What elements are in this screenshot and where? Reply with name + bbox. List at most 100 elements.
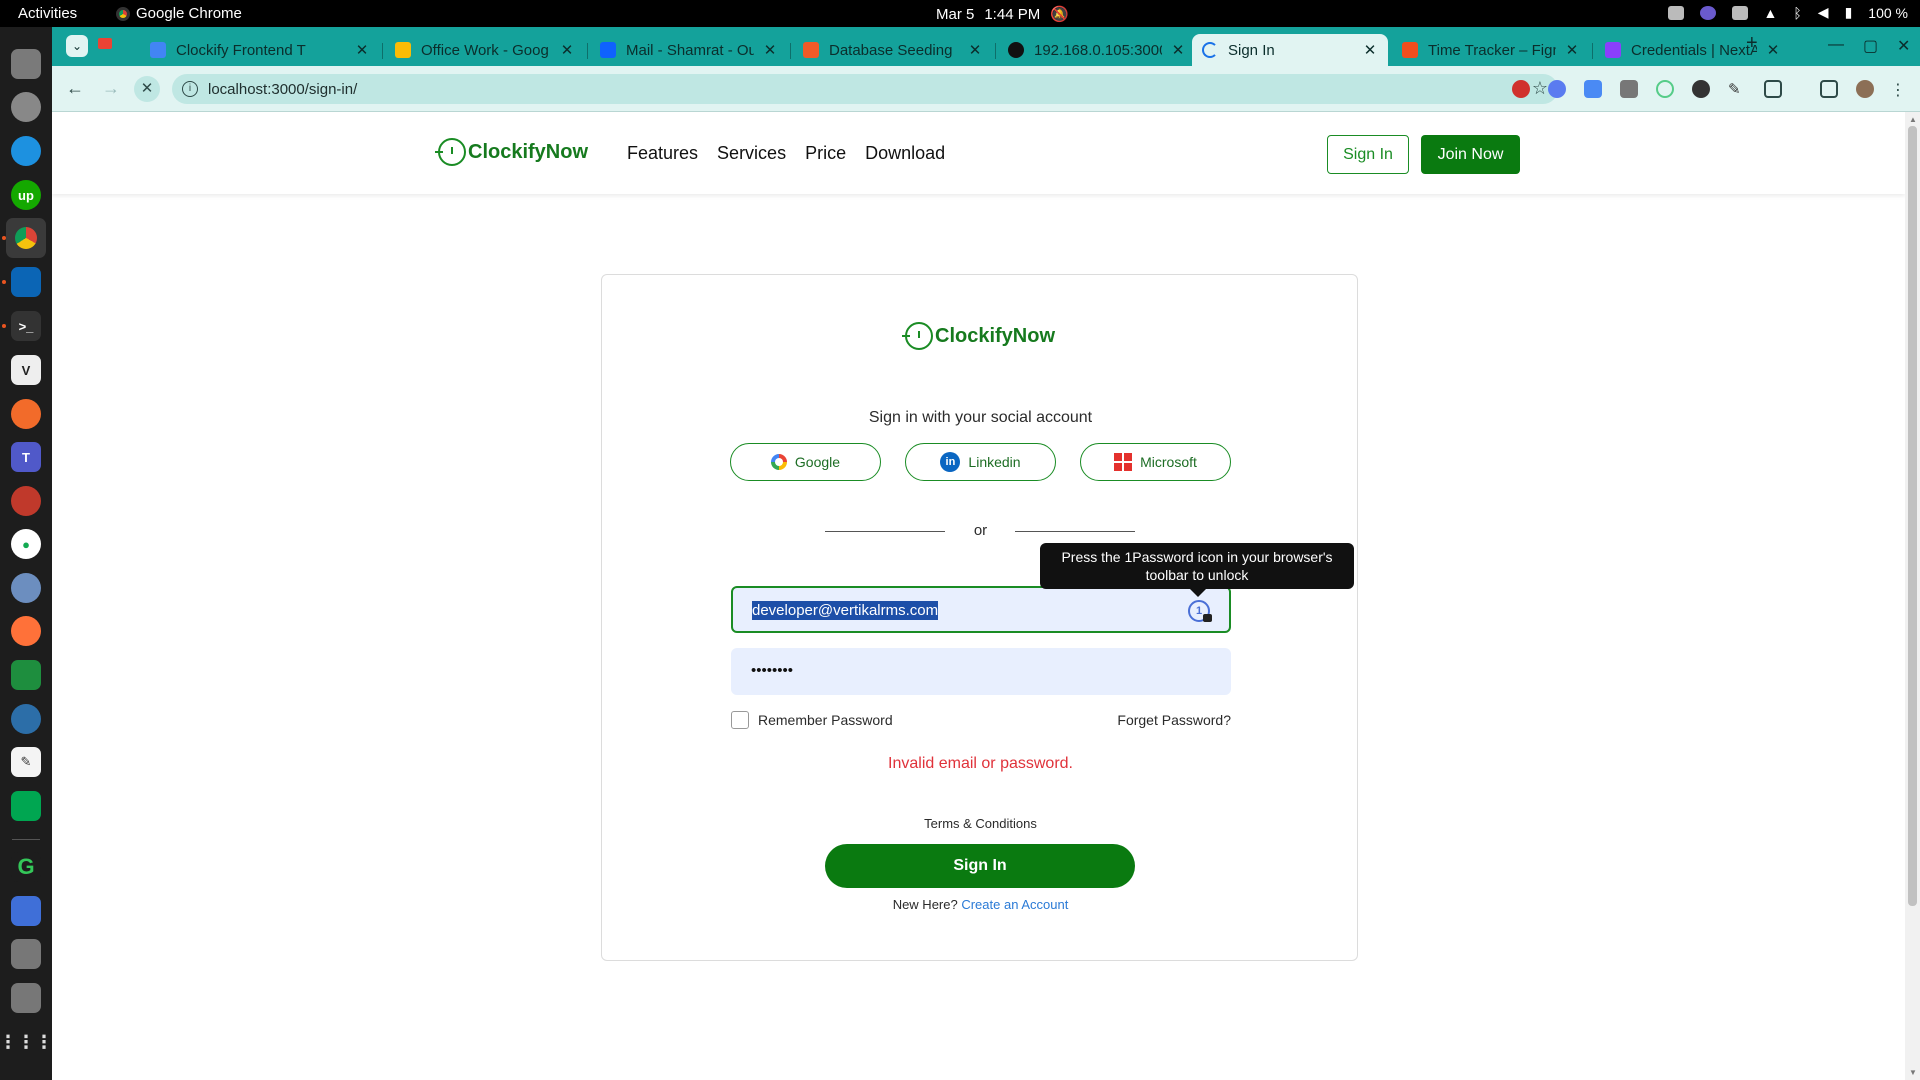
tab-credentials[interactable]: Credentials | NextA ✕ [1595, 34, 1791, 66]
scrollbar-thumb[interactable] [1908, 126, 1917, 906]
close-window-button[interactable]: ✕ [1897, 36, 1910, 56]
extension-circle-icon[interactable] [1656, 80, 1674, 98]
nav-services[interactable]: Services [717, 143, 786, 164]
minimize-button[interactable]: — [1828, 36, 1844, 54]
close-icon[interactable]: ✕ [1170, 41, 1186, 59]
color-picker-icon[interactable]: ✎ [1728, 80, 1746, 98]
terminal-icon[interactable]: >_ [11, 311, 41, 341]
close-icon[interactable]: ✕ [1564, 41, 1580, 59]
disk-icon-2[interactable] [11, 983, 41, 1013]
profile-avatar[interactable] [1856, 80, 1874, 98]
mongodb-icon[interactable]: ● [11, 529, 41, 559]
kdevelop-icon[interactable] [11, 704, 41, 734]
app-icon-2[interactable] [11, 896, 41, 926]
tab-clockify-frontend[interactable]: Clockify Frontend T ✕ [140, 34, 380, 66]
vscode-icon[interactable] [11, 267, 41, 297]
teams-icon[interactable]: T [11, 442, 41, 472]
vivaldi-icon[interactable]: V [11, 355, 41, 385]
activities-button[interactable]: Activities [18, 5, 77, 22]
site-info-icon[interactable]: i [182, 81, 198, 97]
password-field[interactable]: •••••••• [731, 648, 1231, 695]
address-bar[interactable]: i localhost:3000/sign-in/ ☆ [172, 74, 1558, 104]
postman-icon[interactable] [11, 399, 41, 429]
google-sign-in-button[interactable]: Google [730, 443, 881, 481]
extension-icon[interactable] [1548, 80, 1566, 98]
settings-icon[interactable] [11, 92, 41, 122]
tab-database-seeding[interactable]: Database Seeding ✕ [793, 34, 993, 66]
wifi-icon: ▲ [1763, 4, 1778, 21]
divider-right [1015, 531, 1135, 532]
remember-checkbox[interactable] [731, 711, 749, 729]
google-chat-icon[interactable] [11, 791, 41, 821]
linkedin-sign-in-button[interactable]: in Linkedin [905, 443, 1056, 481]
upwork-icon[interactable]: up [11, 180, 41, 210]
microsoft-icon [1114, 453, 1133, 471]
close-icon[interactable]: ✕ [762, 41, 778, 59]
back-icon[interactable]: ← [66, 78, 84, 99]
running-indicator [2, 324, 6, 328]
nav-download[interactable]: Download [865, 143, 945, 164]
files-icon[interactable] [11, 49, 41, 79]
extensions-puzzle-icon[interactable] [1764, 80, 1782, 98]
maximize-button[interactable]: ▢ [1863, 36, 1878, 56]
close-icon[interactable]: ✕ [1765, 41, 1781, 59]
header-sign-in-button[interactable]: Sign In [1327, 135, 1409, 174]
tab-mail[interactable]: Mail - Shamrat - Ou ✕ [590, 34, 788, 66]
forward-icon[interactable]: → [102, 78, 120, 99]
close-icon[interactable]: ✕ [354, 41, 370, 59]
tab-office-work[interactable]: Office Work - Goog ✕ [385, 34, 585, 66]
clock[interactable]: Mar 5 1:44 PM 🔕 [936, 5, 1069, 24]
close-icon[interactable]: ✕ [559, 41, 575, 59]
tab-sign-in[interactable]: Sign In ✕ [1192, 34, 1388, 66]
close-icon[interactable]: ✕ [1362, 41, 1378, 59]
tab-separator [382, 43, 383, 59]
docker-icon[interactable] [11, 136, 41, 166]
codeigniter-icon [803, 42, 819, 58]
tab-search-button[interactable]: ⌄ [66, 35, 88, 57]
new-tab-button[interactable]: + [1746, 32, 1758, 55]
text-editor-icon[interactable]: ✎ [11, 747, 41, 777]
create-account-link[interactable]: Create an Account [961, 897, 1068, 912]
translate-icon[interactable] [1584, 80, 1602, 98]
terms-link[interactable]: Terms & Conditions [602, 816, 1359, 831]
sign-in-submit-button[interactable]: Sign In [825, 844, 1135, 888]
firefox-icon[interactable] [11, 616, 41, 646]
stop-loading-icon[interactable]: ✕ [134, 76, 160, 102]
page-scrollbar[interactable]: ▲ ▼ [1905, 112, 1920, 1080]
page-viewport: ClockifyNow Features Services Price Down… [52, 112, 1905, 1080]
main-nav: Features Services Price Download [627, 143, 945, 164]
remember-password[interactable]: Remember Password [731, 711, 893, 729]
disk-icon[interactable] [11, 939, 41, 969]
close-icon[interactable]: ✕ [967, 41, 983, 59]
scroll-up-icon[interactable]: ▲ [1909, 115, 1917, 124]
docs-icon [150, 42, 166, 58]
tab-local-ip[interactable]: 192.168.0.105:3000 ✕ [998, 34, 1196, 66]
adblock-plus-icon[interactable] [1512, 80, 1530, 98]
redis-icon[interactable] [11, 486, 41, 516]
clock-logo-icon [902, 322, 933, 350]
side-panel-icon[interactable] [1820, 80, 1838, 98]
system-tray[interactable]: ▲ ᛒ ◀ ▮ 100 % [1667, 4, 1908, 21]
email-field[interactable]: developer@vertikalrms.com 1 [731, 586, 1231, 633]
chrome-dock-icon[interactable] [6, 218, 46, 258]
bookmark-star-icon[interactable]: ☆ [1532, 78, 1548, 99]
menu-kebab-icon[interactable]: ⋮ [1890, 80, 1908, 99]
tab-separator [995, 43, 996, 59]
nav-price[interactable]: Price [805, 143, 846, 164]
nav-features[interactable]: Features [627, 143, 698, 164]
gmail-pinned-tab[interactable] [98, 36, 112, 54]
microsoft-sign-in-button[interactable]: Microsoft [1080, 443, 1231, 481]
gitkraken-icon[interactable]: G [11, 852, 41, 882]
forget-password-link[interactable]: Forget Password? [1110, 712, 1231, 728]
scroll-down-icon[interactable]: ▼ [1909, 1068, 1917, 1077]
onepassword-icon[interactable] [1692, 80, 1710, 98]
app-menu[interactable]: Google Chrome [116, 5, 242, 22]
join-now-button[interactable]: Join Now [1421, 135, 1520, 174]
sheets-icon[interactable] [11, 660, 41, 690]
site-logo[interactable]: ClockifyNow [435, 138, 588, 166]
running-indicator [2, 280, 6, 284]
show-apps-icon[interactable]: ⋮⋮⋮ [0, 1027, 53, 1057]
app-icon[interactable] [11, 573, 41, 603]
tab-time-tracker-figma[interactable]: Time Tracker – Figm ✕ [1392, 34, 1590, 66]
fonts-ninja-icon[interactable] [1620, 80, 1638, 98]
